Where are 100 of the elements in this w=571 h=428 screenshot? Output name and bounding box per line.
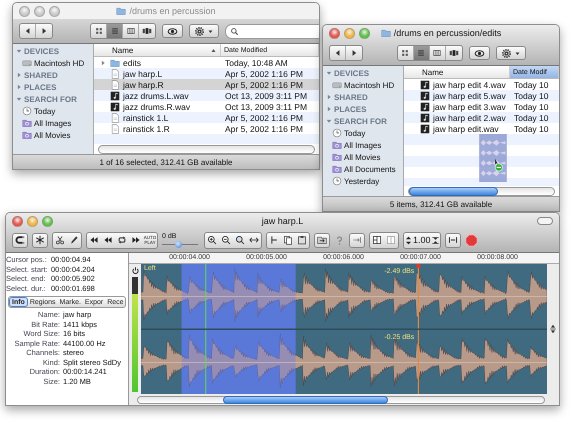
slider-thumb[interactable]	[174, 240, 182, 248]
close-button[interactable]	[329, 28, 340, 39]
loop-icon	[117, 235, 127, 245]
arrow-bar-button[interactable]	[349, 232, 365, 248]
window-title: /drums en percussion/edits	[394, 28, 502, 38]
caret-icon	[207, 28, 214, 34]
close-button[interactable]	[12, 216, 23, 227]
toolbar-toggle-button[interactable]	[537, 217, 553, 225]
file-name: jaw harp edit 4.wav	[433, 80, 506, 90]
audio-file-icon	[110, 102, 120, 112]
smart-folder-icon	[332, 164, 342, 174]
help-icon	[334, 234, 345, 246]
insert-marker-icon	[269, 235, 279, 245]
clipboard-icon	[297, 235, 307, 245]
quick-look-button[interactable]	[162, 24, 183, 38]
waveform-drawing[interactable]	[141, 264, 547, 328]
sidebar-item[interactable]: All Movies	[323, 151, 403, 163]
hard-drive-icon	[332, 80, 342, 90]
status-bar: 1 of 16 selected, 312.41 GB available	[13, 154, 319, 169]
smart-folder-icon	[332, 152, 342, 162]
snowflake-icon	[35, 235, 45, 245]
sidebar-item[interactable]: All Images	[323, 139, 403, 151]
column-header[interactable]: Name	[94, 44, 221, 56]
marker-range-button[interactable]	[444, 232, 461, 248]
toolbar-button-group[interactable]	[266, 232, 310, 248]
cover-flow-view-icon	[448, 48, 458, 58]
view-control[interactable]	[396, 45, 462, 61]
audio-file-icon	[110, 90, 120, 100]
toolbar-button-group[interactable]	[369, 232, 399, 248]
list-row[interactable]: jaw harp edit 2.wav Today 10	[404, 112, 559, 123]
navigation-control[interactable]	[329, 45, 363, 61]
action-button[interactable]	[496, 46, 526, 60]
caret-icon	[514, 50, 520, 56]
list-row[interactable]: jazz drums.L.wav Oct 13, 2009 3:11 PM	[94, 90, 319, 101]
view-control[interactable]	[90, 23, 156, 39]
magnet-button[interactable]	[12, 232, 28, 248]
sidebar-item[interactable]: All Images	[13, 117, 93, 129]
file-name: jaw harp edit 3.wav	[433, 102, 506, 112]
sidebar-item[interactable]: Yesterday	[323, 175, 403, 187]
document-icon	[110, 112, 120, 122]
date-cell-text: Oct 13, 2009 3:11 PM	[224, 102, 308, 112]
scrollbar[interactable]	[137, 396, 545, 404]
zoom-stepper[interactable]: 1.00	[403, 232, 441, 248]
snowflake-button[interactable]	[32, 232, 48, 248]
cover-flow-view-icon	[142, 26, 152, 36]
date-cell-text: Today 10	[513, 102, 550, 112]
quick-look-button[interactable]	[468, 46, 490, 60]
pencil-icon	[69, 235, 79, 245]
scroll-thumb[interactable]	[409, 186, 498, 196]
list-view-icon	[416, 48, 426, 58]
list-row[interactable]: jaw harp.L Apr 5, 2002 1:16 PM	[94, 68, 319, 79]
list-row[interactable]: jaw harp edit 5.wav Today 10	[404, 90, 559, 101]
folder-arrow-button[interactable]	[314, 232, 330, 248]
list-row[interactable]: rainstick 1.L Apr 5, 2002 1:16 PM	[94, 112, 319, 123]
zoom-out-icon	[221, 235, 231, 245]
scrollbar[interactable]	[98, 144, 315, 154]
sidebar-heading: SHARED	[24, 70, 58, 80]
date-cell-text: Today 10	[513, 80, 550, 90]
scroll-thumb[interactable]	[223, 396, 388, 404]
merge-icon	[386, 235, 396, 245]
folder-arrow-icon	[317, 235, 327, 245]
file-name: jaw harp edit.wav	[433, 124, 499, 134]
date-cell-text: Today 10	[513, 124, 550, 134]
action-button[interactable]	[189, 24, 219, 38]
date-cell-text: Today 10	[513, 90, 550, 100]
date-cell-text: Apr 5, 2002 1:16 PM	[224, 80, 304, 90]
list-row[interactable]: jaw harp.R Apr 5, 2002 1:16 PM	[94, 79, 319, 90]
toolbar-button-group[interactable]	[204, 232, 262, 248]
sidebar-heading: SEARCH FOR	[334, 116, 387, 126]
file-name: jazz drums.L.wav	[123, 90, 189, 100]
scrollbar[interactable]	[408, 186, 555, 196]
search-field[interactable]	[225, 24, 319, 38]
eye-icon	[167, 26, 178, 36]
date-cell-text: Apr 5, 2002 1:16 PM	[224, 124, 304, 134]
audio-file-icon	[420, 80, 430, 90]
rewind-icon	[89, 235, 99, 245]
sidebar-item[interactable]: Today	[13, 105, 93, 117]
window-title: jaw harp.L	[262, 216, 304, 226]
navigation-control[interactable]	[19, 23, 53, 39]
zoom-factor: 1.00	[413, 235, 431, 245]
toolbar-button-group[interactable]	[52, 232, 82, 248]
sidebar-item[interactable]: All Documents	[323, 163, 403, 175]
sidebar-item[interactable]: Macintosh HD	[323, 79, 403, 91]
file-name: rainstick 1.R	[123, 124, 170, 134]
date-cell-text: Oct 13, 2009 3:11 PM	[224, 90, 308, 100]
clock-icon	[22, 106, 32, 116]
search-icon	[230, 26, 239, 36]
waveform-drawing[interactable]	[141, 330, 547, 394]
zoom-selection-icon	[235, 235, 245, 245]
sidebar-item[interactable]: Macintosh HD	[13, 57, 93, 69]
stop-sign-icon	[464, 234, 478, 246]
document-icon	[110, 124, 120, 134]
sidebar-item[interactable]: All Movies	[13, 129, 93, 141]
file-name: rainstick 1.L	[123, 112, 168, 122]
sidebar-heading: PLACES	[24, 82, 56, 92]
file-name: jaw harp edit 5.wav	[433, 90, 506, 100]
settings-icon	[194, 26, 205, 36]
list-view-icon	[110, 26, 120, 36]
hard-drive-icon	[22, 58, 32, 68]
sidebar-item[interactable]: Today	[323, 127, 403, 139]
